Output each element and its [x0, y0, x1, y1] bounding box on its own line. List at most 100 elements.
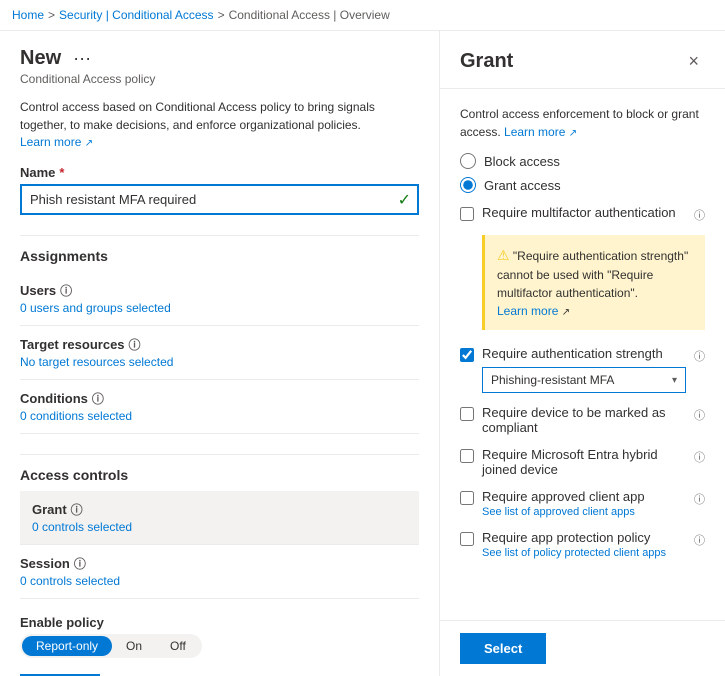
- breadcrumb-overview: Conditional Access | Overview: [229, 8, 390, 22]
- hybrid-label: Require Microsoft Entra hybrid joined de…: [482, 447, 658, 477]
- auth-strength-dropdown-value: Phishing-resistant MFA: [491, 373, 614, 387]
- compliant-label: Require device to be marked as compliant: [482, 405, 666, 435]
- block-access-radio[interactable]: [460, 153, 476, 169]
- users-value[interactable]: 0 users and groups selected: [20, 301, 419, 315]
- mfa-info-icon[interactable]: ⓘ: [694, 207, 705, 223]
- approved-app-checkbox[interactable]: [460, 491, 474, 505]
- mfa-checkbox[interactable]: [460, 207, 474, 221]
- close-button[interactable]: ×: [682, 47, 705, 76]
- grant-access-option[interactable]: Grant access: [460, 177, 705, 193]
- conditions-label: Conditions ⓘ: [20, 390, 419, 407]
- grant-external-link-icon: ↗: [569, 128, 577, 139]
- page-description: Control access based on Conditional Acce…: [20, 98, 419, 134]
- required-indicator: *: [59, 165, 64, 180]
- app-protection-link[interactable]: See list of policy protected client apps: [482, 547, 686, 559]
- external-link-icon: ↗: [85, 138, 93, 149]
- auth-strength-info-icon[interactable]: ⓘ: [694, 348, 705, 364]
- left-panel: New ··· Conditional Access policy Contro…: [0, 31, 440, 676]
- block-access-option[interactable]: Block access: [460, 153, 705, 169]
- more-options-button[interactable]: ···: [69, 48, 95, 69]
- toggle-off[interactable]: Off: [156, 636, 200, 656]
- panel-description: Control access enforcement to block or g…: [460, 105, 705, 141]
- warning-text: "Require authentication strength" cannot…: [497, 249, 688, 300]
- page-title: New: [20, 47, 61, 70]
- target-label: Target resources ⓘ: [20, 336, 419, 353]
- grant-control[interactable]: Grant ⓘ 0 controls selected: [20, 491, 419, 545]
- enable-policy-section: Enable policy Report-only On Off: [20, 615, 419, 658]
- breadcrumb: Home > Security | Conditional Access > C…: [0, 0, 725, 31]
- panel-header: Grant ×: [440, 31, 725, 89]
- mfa-label: Require multifactor authentication: [482, 205, 676, 220]
- name-field-group: Name * ✓: [20, 165, 419, 215]
- dropdown-arrow-icon: ▾: [672, 375, 677, 386]
- name-label: Name *: [20, 165, 419, 180]
- approved-app-info-icon[interactable]: ⓘ: [694, 491, 705, 507]
- auth-strength-checkbox-item[interactable]: Require authentication strength Phishing…: [460, 346, 705, 393]
- name-input[interactable]: [20, 184, 419, 215]
- users-info-icon[interactable]: ⓘ: [60, 282, 72, 299]
- app-protection-checkbox-item[interactable]: Require app protection policy See list o…: [460, 530, 705, 559]
- hybrid-info-icon[interactable]: ⓘ: [694, 449, 705, 465]
- description-learn-more[interactable]: Learn more ↗: [20, 135, 93, 149]
- policy-toggle-group[interactable]: Report-only On Off: [20, 634, 202, 658]
- compliant-checkbox-item[interactable]: Require device to be marked as compliant…: [460, 405, 705, 435]
- grant-label: Grant ⓘ: [32, 501, 407, 518]
- access-controls-title: Access controls: [20, 454, 419, 483]
- target-value[interactable]: No target resources selected: [20, 355, 419, 369]
- hybrid-checkbox[interactable]: [460, 449, 474, 463]
- breadcrumb-home[interactable]: Home: [12, 8, 44, 22]
- approved-app-label-group: Require approved client app See list of …: [482, 489, 686, 518]
- enable-policy-label: Enable policy: [20, 615, 419, 630]
- warning-box: ⚠ "Require authentication strength" cann…: [482, 235, 705, 330]
- app-protection-label: Require app protection policy: [482, 530, 650, 545]
- name-input-wrapper: ✓: [20, 184, 419, 215]
- hybrid-checkbox-item[interactable]: Require Microsoft Entra hybrid joined de…: [460, 447, 705, 477]
- grant-access-radio[interactable]: [460, 177, 476, 193]
- panel-footer: Select: [440, 620, 725, 676]
- session-label: Session ⓘ: [20, 555, 419, 572]
- breadcrumb-security[interactable]: Security | Conditional Access: [59, 8, 214, 22]
- grant-value[interactable]: 0 controls selected: [32, 520, 407, 534]
- mfa-checkbox-item[interactable]: Require multifactor authentication ⓘ: [460, 205, 705, 223]
- conditions-assignment[interactable]: Conditions ⓘ 0 conditions selected: [20, 380, 419, 434]
- hybrid-label-group: Require Microsoft Entra hybrid joined de…: [482, 447, 686, 477]
- compliant-checkbox[interactable]: [460, 407, 474, 421]
- assignments-title: Assignments: [20, 235, 419, 264]
- block-access-label: Block access: [484, 154, 560, 169]
- approved-app-label: Require approved client app: [482, 489, 645, 504]
- app-protection-info-icon[interactable]: ⓘ: [694, 532, 705, 548]
- warning-icon: ⚠: [497, 247, 510, 263]
- auth-strength-checkbox[interactable]: [460, 348, 474, 362]
- auth-strength-label: Require authentication strength: [482, 346, 663, 361]
- input-valid-icon: ✓: [398, 190, 411, 210]
- session-value[interactable]: 0 controls selected: [20, 574, 419, 588]
- session-info-icon[interactable]: ⓘ: [74, 555, 86, 572]
- select-button[interactable]: Select: [460, 633, 546, 664]
- auth-strength-dropdown[interactable]: Phishing-resistant MFA ▾: [482, 367, 686, 393]
- page-subtitle: Conditional Access policy: [20, 72, 419, 86]
- compliant-info-icon[interactable]: ⓘ: [694, 407, 705, 423]
- toggle-report-only[interactable]: Report-only: [22, 636, 112, 656]
- warning-learn-more[interactable]: Learn more: [497, 304, 558, 318]
- target-info-icon[interactable]: ⓘ: [129, 336, 141, 353]
- users-label: Users ⓘ: [20, 282, 419, 299]
- access-radio-group: Block access Grant access: [460, 153, 705, 193]
- toggle-on[interactable]: On: [112, 636, 156, 656]
- conditions-info-icon[interactable]: ⓘ: [92, 390, 104, 407]
- session-control[interactable]: Session ⓘ 0 controls selected: [20, 545, 419, 599]
- breadcrumb-sep-1: >: [48, 8, 55, 22]
- mfa-label-group: Require multifactor authentication: [482, 205, 686, 220]
- warning-external-icon: ↗: [562, 307, 570, 318]
- approved-app-checkbox-item[interactable]: Require approved client app See list of …: [460, 489, 705, 518]
- approved-app-link[interactable]: See list of approved client apps: [482, 506, 686, 518]
- users-assignment[interactable]: Users ⓘ 0 users and groups selected: [20, 272, 419, 326]
- grant-info-icon[interactable]: ⓘ: [71, 501, 83, 518]
- app-protection-label-group: Require app protection policy See list o…: [482, 530, 686, 559]
- conditions-value[interactable]: 0 conditions selected: [20, 409, 419, 423]
- panel-body: Control access enforcement to block or g…: [440, 89, 725, 620]
- grant-access-label: Grant access: [484, 178, 561, 193]
- target-resources-assignment[interactable]: Target resources ⓘ No target resources s…: [20, 326, 419, 380]
- app-protection-checkbox[interactable]: [460, 532, 474, 546]
- compliant-label-group: Require device to be marked as compliant: [482, 405, 686, 435]
- grant-learn-more[interactable]: Learn more ↗: [504, 125, 577, 139]
